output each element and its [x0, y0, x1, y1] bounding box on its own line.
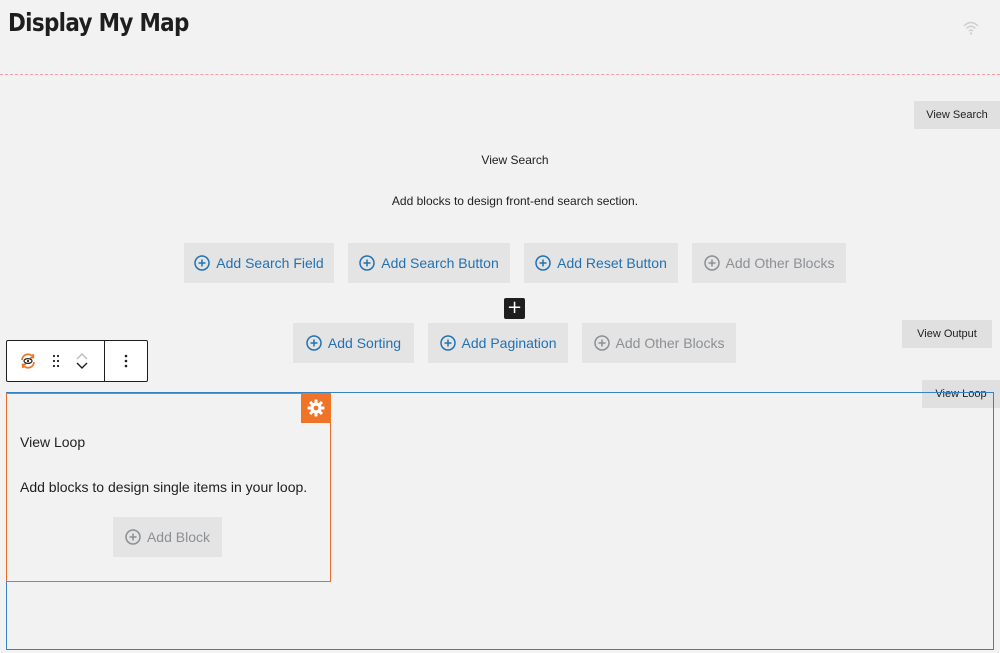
plus-circle-icon — [593, 335, 610, 351]
plus-circle-icon — [359, 255, 375, 271]
view-output-tag[interactable]: View Output — [902, 320, 992, 348]
more-vertical-icon — [124, 354, 128, 368]
view-search-tag[interactable]: View Search — [914, 101, 1000, 129]
add-reset-button-label: Add Reset Button — [557, 255, 667, 271]
add-block-button[interactable]: Add Block — [113, 517, 222, 557]
drag-handle-button[interactable] — [49, 354, 63, 368]
search-section-description: Add blocks to design front-end search se… — [391, 194, 639, 208]
title-divider — [0, 74, 1000, 75]
block-inserter-button[interactable]: + — [504, 298, 525, 319]
gear-icon — [307, 399, 325, 417]
plus-circle-icon — [125, 529, 141, 545]
add-other-blocks-label: Add Other Blocks — [725, 255, 835, 271]
block-toolbar — [6, 340, 148, 382]
add-search-button-label: Add Search Button — [381, 255, 499, 271]
plus-circle-icon — [194, 255, 211, 271]
loop-section-heading: View Loop — [20, 434, 86, 450]
add-block-label: Add Block — [146, 529, 211, 545]
add-other-blocks-search-button[interactable]: Add Other Blocks — [692, 243, 846, 283]
more-options-button[interactable] — [105, 341, 147, 381]
view-loop-icon — [21, 353, 35, 369]
drag-handle-icon — [52, 354, 60, 368]
add-sorting-label: Add Sorting — [327, 335, 402, 351]
add-search-field-label: Add Search Field — [216, 255, 324, 271]
add-search-field-button[interactable]: Add Search Field — [184, 243, 334, 283]
add-reset-button-button[interactable]: Add Reset Button — [524, 243, 678, 283]
plus-circle-icon — [306, 335, 322, 351]
add-search-button-button[interactable]: Add Search Button — [348, 243, 510, 283]
add-pagination-label: Add Pagination — [461, 335, 557, 351]
chevron-up-icon[interactable] — [75, 352, 89, 360]
wifi-icon — [963, 21, 979, 35]
add-sorting-button[interactable]: Add Sorting — [293, 323, 414, 363]
add-pagination-button[interactable]: Add Pagination — [428, 323, 568, 363]
block-type-button[interactable] — [7, 351, 49, 371]
add-other-blocks-output-button[interactable]: Add Other Blocks — [582, 323, 736, 363]
plus-circle-icon — [439, 335, 456, 351]
add-other-blocks-label: Add Other Blocks — [615, 335, 725, 351]
plus-circle-icon — [703, 255, 720, 271]
toolbar-main-group — [7, 341, 105, 381]
loop-section-description: Add blocks to design single items in you… — [20, 479, 308, 495]
chevron-down-icon[interactable] — [75, 362, 89, 370]
loop-settings-button[interactable] — [301, 393, 331, 423]
block-movers — [63, 352, 101, 370]
search-section-heading: View Search — [481, 153, 549, 167]
plus-circle-icon — [535, 255, 551, 271]
page-title[interactable]: Display My Map — [8, 8, 189, 37]
